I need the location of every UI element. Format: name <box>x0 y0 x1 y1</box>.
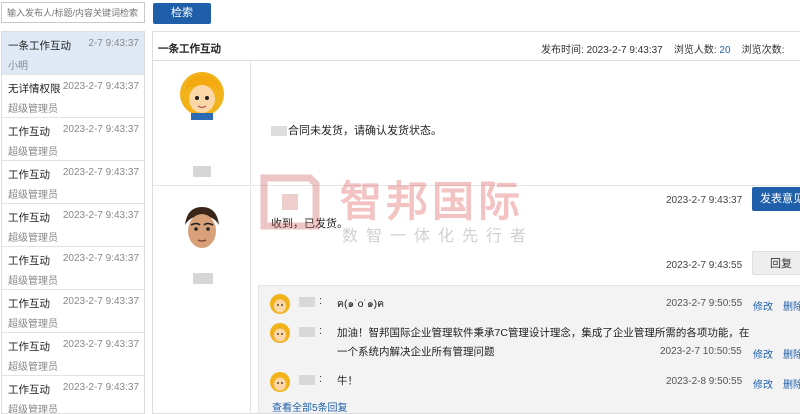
views-label: 浏览人数: <box>673 45 717 56</box>
sidebar-item-title: 工作互动 <box>8 212 50 224</box>
sidebar-item-date: 2023-2-7 9:43:37 <box>62 210 139 221</box>
reply-author <box>299 297 315 307</box>
post: 合同未发货，请确认发货状态。 2023-2-7 9:43:37 发表意见 <box>153 62 800 211</box>
view-all-replies-link[interactable]: 查看全部5条回复 <box>272 399 348 413</box>
sidebar-item[interactable]: 工作互动 2023-2-7 9:43:37 超级管理员 <box>2 333 144 376</box>
reply-text: 牛！ <box>337 375 358 387</box>
reply-text: ฅ(๑˙o˙๑)ฅ <box>337 298 385 310</box>
sidebar-item-user: 超级管理员 <box>8 276 58 287</box>
avatar <box>270 372 290 392</box>
edit-link[interactable]: 修改 <box>753 298 773 313</box>
sidebar-item-user: 超级管理员 <box>8 233 58 244</box>
sidebar-item-title: 工作互动 <box>8 384 50 396</box>
page-title: 一条工作互动 <box>158 43 221 55</box>
reply-date: 2023-2-8 9:50:55 <box>666 376 743 387</box>
reply-author <box>299 327 315 337</box>
sidebar-item-user: 超级管理员 <box>8 362 58 373</box>
sidebar-item-title: 工作互动 <box>8 126 50 138</box>
sidebar-item-title: 一条工作互动 <box>8 40 71 52</box>
sidebar-item-date: 2023-2-7 9:43:37 <box>62 296 139 307</box>
author-name <box>193 166 211 177</box>
sidebar-item[interactable]: 工作互动 2023-2-7 9:43:37 超级管理员 <box>2 118 144 161</box>
sidebar-item-date: 2023-2-7 9:43:37 <box>62 81 139 92</box>
post-date: 2023-2-7 9:43:55 <box>666 260 743 271</box>
sidebar-item-user: 超级管理员 <box>8 190 58 201</box>
edit-link[interactable]: 修改 <box>753 346 773 361</box>
colon: : <box>319 295 323 307</box>
sidebar-item[interactable]: 一条工作互动 2-7 9:43:37 小明 <box>2 32 144 75</box>
reply-text-line2: 一个系统内解决企业所有管理问题 <box>337 346 495 358</box>
post-content: 合同未发货，请确认发货状态。 <box>271 122 442 138</box>
sidebar-item[interactable]: 工作互动 2023-2-7 9:43:37 超级管理员 <box>2 376 144 414</box>
colon: : <box>319 325 323 337</box>
sidebar-item-date: 2023-2-7 9:43:37 <box>62 339 139 350</box>
reply-date: 2023-2-7 10:50:55 <box>660 346 742 357</box>
reply-item: : 加油！智邦国际企业管理软件秉承7C管理设计理念，集成了企业管理所需的各项功能… <box>259 322 800 362</box>
sidebar-item[interactable]: 工作互动 2023-2-7 9:43:37 超级管理员 <box>2 161 144 204</box>
reply-text: 加油！智邦国际企业管理软件秉承7C管理设计理念，集成了企业管理所需的各项功能，在 <box>337 327 750 339</box>
post-content: 收到，已发货。 <box>271 218 348 230</box>
sidebar-item-user: 超级管理员 <box>8 405 58 414</box>
post-meta: 发布时间: 2023-2-7 9:43:37 浏览人数: 20 浏览次数: <box>541 41 784 56</box>
sidebar-item-date: 2-7 9:43:37 <box>88 38 139 49</box>
reply-item: : ฅ(๑˙o˙๑)ฅ 2023-2-7 9:50:55 修改 删除 <box>259 292 800 316</box>
reply-item: : 牛！ 2023-2-8 9:50:55 修改 删除 <box>259 370 800 394</box>
sidebar-item-user: 小明 <box>8 61 28 72</box>
sidebar-item-date: 2023-2-7 9:43:37 <box>62 124 139 135</box>
search-input[interactable] <box>1 2 145 23</box>
sidebar-item[interactable]: 工作互动 2023-2-7 9:43:37 超级管理员 <box>2 290 144 333</box>
avatar-column <box>153 187 251 413</box>
delete-link[interactable]: 删除 <box>783 376 800 391</box>
sidebar-item-date: 2023-2-7 9:43:37 <box>62 253 139 264</box>
sidebar-item-user: 超级管理员 <box>8 104 58 115</box>
sidebar-item-title: 工作互动 <box>8 255 50 267</box>
search-button[interactable]: 检索 <box>153 3 211 24</box>
avatar-column <box>153 62 251 185</box>
reply-date: 2023-2-7 9:50:55 <box>666 298 743 309</box>
delete-link[interactable]: 删除 <box>783 346 800 361</box>
replies-panel: : ฅ(๑˙o˙๑)ฅ 2023-2-7 9:50:55 修改 删除 : 加油！… <box>258 285 800 413</box>
reply-author <box>299 375 315 385</box>
sidebar-item-title: 工作互动 <box>8 341 50 353</box>
avatar <box>270 294 290 314</box>
colon: : <box>319 373 323 385</box>
avatar <box>270 323 290 343</box>
sidebar-item-date: 2023-2-7 9:43:37 <box>62 167 139 178</box>
author-name <box>193 273 213 284</box>
reply-button[interactable]: 回复 <box>752 251 800 275</box>
views-count: 20 <box>719 45 731 56</box>
visits-label: 浏览次数: <box>741 45 785 56</box>
sidebar-item-title: 工作互动 <box>8 169 50 181</box>
edit-link[interactable]: 修改 <box>753 376 773 391</box>
sidebar-item-title: 工作互动 <box>8 298 50 310</box>
sidebar-item[interactable]: 工作互动 2023-2-7 9:43:37 超级管理员 <box>2 204 144 247</box>
main-panel: 一条工作互动 发布时间: 2023-2-7 9:43:37 浏览人数: 20 浏… <box>152 31 800 414</box>
sidebar-item-date: 2023-2-7 9:43:37 <box>62 382 139 393</box>
sidebar-item[interactable]: 工作互动 2023-2-7 9:43:37 超级管理员 <box>2 247 144 290</box>
sidebar: 一条工作互动 2-7 9:43:37 小明 无详情权限 2023-2-7 9:4… <box>1 31 145 414</box>
sidebar-item-title: 无详情权限 <box>8 83 61 95</box>
sidebar-item-user: 超级管理员 <box>8 319 58 330</box>
avatar <box>177 203 227 253</box>
sidebar-item-user: 超级管理员 <box>8 147 58 158</box>
publish-time: 2023-2-7 9:43:37 <box>586 45 663 56</box>
sidebar-item[interactable]: 无详情权限 2023-2-7 9:43:37 超级管理员 <box>2 75 144 118</box>
post-header: 一条工作互动 发布时间: 2023-2-7 9:43:37 浏览人数: 20 浏… <box>153 32 800 61</box>
avatar <box>180 72 224 120</box>
delete-link[interactable]: 删除 <box>783 298 800 313</box>
publish-label: 发布时间: <box>541 45 584 56</box>
